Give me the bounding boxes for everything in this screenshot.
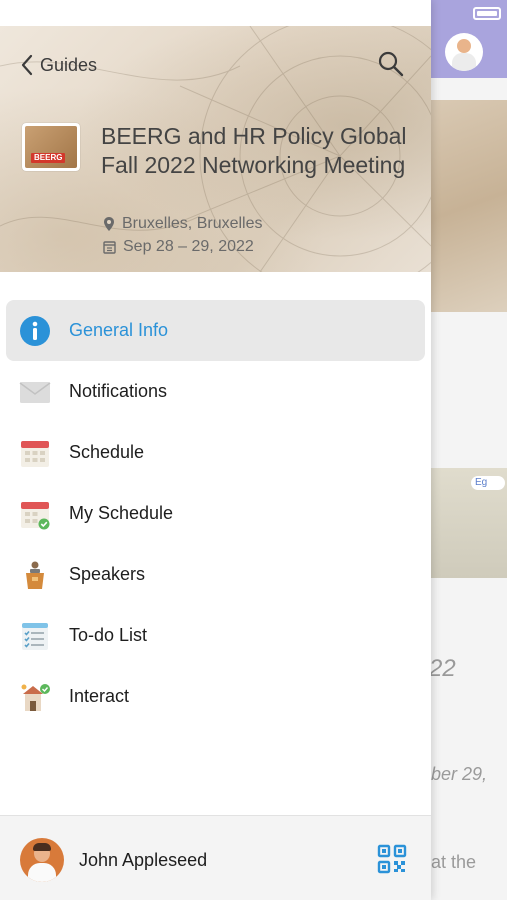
background-card-chip: Eg <box>471 476 505 490</box>
podium-icon <box>26 561 44 589</box>
info-icon <box>20 315 50 346</box>
background-text-date: ber 29, <box>431 764 488 784</box>
background-text-at: at the <box>431 852 477 872</box>
event-dates-text: Sep 28 – 29, 2022 <box>123 238 254 255</box>
battery-icon <box>473 7 501 20</box>
background-screen: Eg 22 ber 29, at the <box>431 0 507 900</box>
back-button[interactable]: Guides <box>20 52 97 78</box>
background-banner-image <box>431 100 507 312</box>
background-avatar <box>445 33 483 71</box>
search-icon[interactable] <box>377 50 405 78</box>
calendar-icon <box>21 440 49 467</box>
background-top-bar <box>431 0 507 78</box>
event-location: Bruxelles, Bruxelles <box>103 215 263 233</box>
calendar-check-icon <box>21 501 50 529</box>
menu-item-label: My Schedule <box>69 503 174 523</box>
background-card: Eg <box>431 468 507 578</box>
avatar[interactable] <box>20 838 64 882</box>
background-text-year: 22 <box>431 655 456 682</box>
menu-item-schedule[interactable]: Schedule <box>0 422 431 483</box>
menu-item-my-schedule[interactable]: My Schedule <box>0 483 431 544</box>
drawer-menu: General Info Notifications Schedule My S… <box>0 300 431 727</box>
menu-item-label: Schedule <box>69 442 145 462</box>
event-logo-mark: BEERG <box>31 153 66 163</box>
user-footer: John Appleseed <box>0 815 431 900</box>
interact-icon <box>21 683 50 711</box>
event-dates: Sep 28 – 29, 2022 <box>103 238 254 256</box>
checklist-icon <box>22 622 48 650</box>
menu-item-to-do-list[interactable]: To-do List <box>0 605 431 666</box>
menu-item-label: Interact <box>69 686 130 706</box>
menu-item-label: Notifications <box>69 381 168 401</box>
location-pin-icon <box>104 217 114 231</box>
side-drawer: Guides BEERG BEERG and HR Policy Global … <box>0 0 431 900</box>
qr-code-icon[interactable] <box>377 844 407 874</box>
event-title: BEERG and HR Policy Global Fall 2022 Net… <box>101 123 407 178</box>
back-button-label: Guides <box>40 54 98 75</box>
menu-item-general-info[interactable]: General Info <box>6 300 425 361</box>
menu-item-speakers[interactable]: Speakers <box>0 544 431 605</box>
chevron-left-icon <box>21 54 33 76</box>
user-name[interactable]: John Appleseed <box>79 850 207 871</box>
menu-item-label: General Info <box>69 320 169 340</box>
event-header: Guides BEERG BEERG and HR Policy Global … <box>0 26 431 272</box>
menu-item-interact[interactable]: Interact <box>0 666 431 727</box>
calendar-small-icon <box>103 241 116 254</box>
event-location-text: Bruxelles, Bruxelles <box>122 215 263 232</box>
menu-item-label: Speakers <box>69 564 146 584</box>
menu-item-notifications[interactable]: Notifications <box>0 361 431 422</box>
event-logo: BEERG <box>22 123 80 171</box>
envelope-icon <box>19 381 51 403</box>
menu-item-label: To-do List <box>69 625 148 645</box>
